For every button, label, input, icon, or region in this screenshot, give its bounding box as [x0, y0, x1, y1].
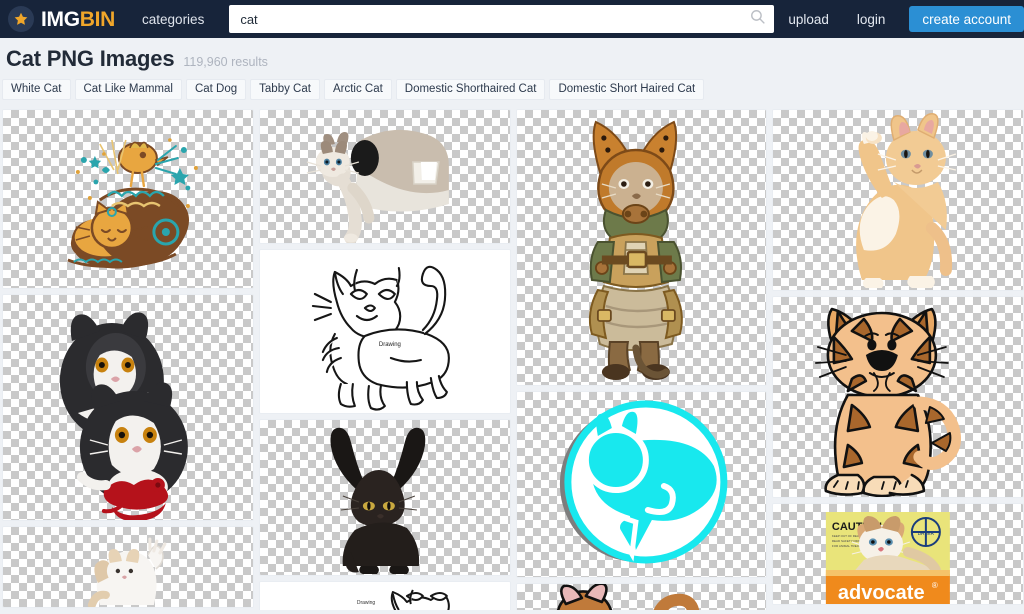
- thumbnail-image: [259, 420, 510, 575]
- grid-column-2: Drawing Drawing: [258, 109, 511, 610]
- tag-arctic-cat[interactable]: Arctic Cat: [323, 79, 392, 100]
- search-box[interactable]: [229, 5, 775, 33]
- page-title: Cat PNG Images: [6, 46, 175, 71]
- thumb-cat-litter-box[interactable]: [258, 109, 511, 244]
- tag-cat-dog[interactable]: Cat Dog: [185, 79, 247, 100]
- image-results-grid: Drawing Drawing CAUTION KEEP OUT OF REAC…: [0, 100, 1024, 610]
- tag-tabby-cat[interactable]: Tabby Cat: [250, 79, 320, 100]
- grid-column-3: [515, 109, 768, 610]
- thumb-cat-sketch-bottom[interactable]: Drawing: [258, 581, 511, 610]
- thumbnail-image: [516, 392, 767, 577]
- thumbnail-image: Drawing: [259, 250, 510, 413]
- thumb-white-cat-reaching[interactable]: [2, 526, 254, 608]
- thumb-advocate-product-box[interactable]: CAUTION KEEP OUT OF REACH OF CHILDREN RE…: [772, 503, 1024, 605]
- tag-domestic-shorthaired-cat[interactable]: Domestic Shorthaired Cat: [395, 79, 546, 100]
- thumbnail-image: [773, 297, 1023, 497]
- upload-link[interactable]: upload: [774, 12, 843, 27]
- star-icon: [8, 6, 34, 32]
- thumbnail-artwork: [3, 110, 253, 288]
- thumbnail-artwork: [517, 110, 767, 385]
- search-icon[interactable]: [749, 8, 766, 30]
- thumb-folk-art-cat-bird[interactable]: [2, 109, 254, 289]
- svg-text:®: ®: [932, 581, 938, 590]
- thumbnail-artwork: [3, 295, 253, 520]
- thumb-tuxedo-kittens-ribbon[interactable]: [2, 294, 254, 521]
- thumb-cat-line-drawing[interactable]: Drawing: [258, 249, 511, 414]
- thumbnail-artwork: [773, 297, 1023, 497]
- thumbnail-artwork: [517, 392, 767, 577]
- tag-domestic-short-haired-cat[interactable]: Domestic Short Haired Cat: [549, 79, 705, 100]
- grid-column-1: [2, 109, 254, 608]
- thumb-cartoon-cat-tail[interactable]: [515, 583, 768, 610]
- login-link[interactable]: login: [843, 12, 900, 27]
- thumbnail-artwork: CAUTION KEEP OUT OF REACH OF CHILDREN RE…: [773, 504, 1023, 604]
- thumbnail-image: [516, 584, 767, 610]
- thumbnail-image: [3, 295, 253, 520]
- nav-categories[interactable]: categories: [142, 12, 204, 27]
- svg-text:advocate: advocate: [838, 582, 925, 604]
- site-header: IMGBIN categories upload login create ac…: [0, 0, 1024, 38]
- search-input[interactable]: [240, 5, 750, 33]
- thumbnail-artwork: [517, 584, 767, 610]
- svg-text:Drawing: Drawing: [379, 342, 401, 348]
- thumbnail-artwork: Drawing: [260, 582, 510, 610]
- thumbnail-artwork: [260, 420, 510, 575]
- grid-column-4: CAUTION KEEP OUT OF REACH OF CHILDREN RE…: [772, 109, 1024, 605]
- thumb-cartoon-tabby-cat[interactable]: [772, 296, 1024, 498]
- brand-name: IMGBIN: [41, 9, 115, 30]
- page-heading-row: Cat PNG Images 119,960 results: [0, 38, 1024, 72]
- tag-white-cat[interactable]: White Cat: [2, 79, 71, 100]
- thumbnail-image: [259, 110, 510, 243]
- brand-name-part1: IMG: [41, 7, 80, 31]
- header-actions: upload login create account: [774, 6, 1024, 32]
- thumbnail-image: [3, 110, 253, 288]
- thumbnail-image: [3, 527, 253, 607]
- related-tags: White Cat Cat Like Mammal Cat Dog Tabby …: [0, 72, 1024, 100]
- thumbnail-artwork: [3, 527, 253, 607]
- svg-text:Drawing: Drawing: [357, 600, 376, 606]
- brand-name-part2: BIN: [79, 7, 116, 31]
- thumbnail-artwork: [260, 110, 510, 243]
- tag-cat-like-mammal[interactable]: Cat Like Mammal: [74, 79, 182, 100]
- thumbnail-image: CAUTION KEEP OUT OF REACH OF CHILDREN RE…: [773, 504, 1023, 604]
- thumbnail-image: Drawing: [259, 582, 510, 610]
- thumb-black-cat-tall-ears[interactable]: [258, 419, 511, 576]
- thumbnail-artwork: Drawing: [260, 250, 510, 413]
- thumb-orange-kitten-reaching[interactable]: [772, 109, 1024, 291]
- brand-logo[interactable]: IMGBIN: [8, 6, 115, 32]
- thumb-cyan-cat-logo[interactable]: [515, 391, 768, 578]
- thumb-steampunk-armored-cat[interactable]: [515, 109, 768, 386]
- thumbnail-image: [773, 110, 1023, 290]
- create-account-button[interactable]: create account: [909, 6, 1024, 32]
- results-count: 119,960 results: [183, 55, 268, 69]
- svg-text:BAYER: BAYER: [918, 531, 935, 537]
- thumbnail-image: [516, 110, 767, 385]
- thumbnail-artwork: [773, 110, 1023, 290]
